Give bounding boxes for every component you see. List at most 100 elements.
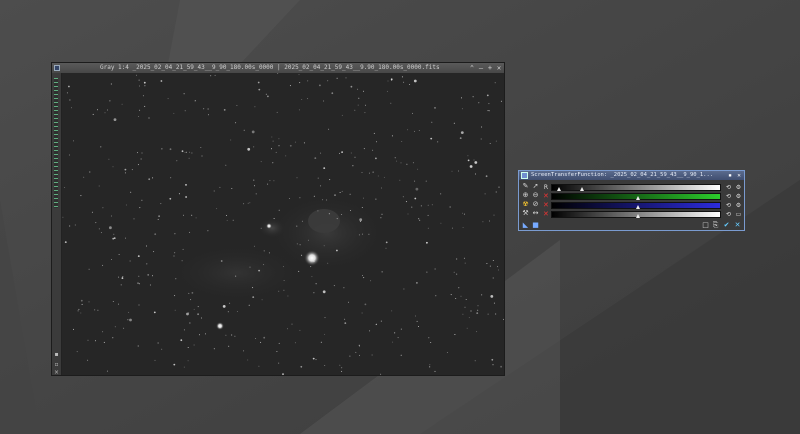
- star: [228, 345, 230, 347]
- star: [380, 320, 382, 322]
- image-window[interactable]: Gray 1:4 _2025_02_04_21_59_43__9_90_180.…: [51, 62, 505, 376]
- star: [114, 237, 116, 239]
- star: [477, 305, 479, 307]
- zoom-icon[interactable]: ▫: [53, 361, 60, 368]
- star: [354, 109, 356, 111]
- close-button[interactable]: ✕: [496, 63, 502, 73]
- star: [71, 107, 72, 109]
- star: [341, 370, 343, 372]
- wrench-icon[interactable]: ⚒: [522, 210, 529, 217]
- star: [80, 299, 83, 302]
- star: [486, 263, 488, 264]
- star: [435, 295, 437, 297]
- star: [401, 76, 403, 78]
- star: [216, 208, 218, 210]
- reset-icon[interactable]: ⟲: [725, 193, 732, 200]
- stf-slider-rgbk[interactable]: R: [544, 184, 721, 191]
- star: [385, 241, 388, 244]
- pin-button[interactable]: ▪: [727, 171, 733, 180]
- stf-titlebar[interactable]: ScreenTransferFunction: _2025_02_04_21_5…: [519, 171, 744, 180]
- midtones-handle[interactable]: [636, 196, 640, 200]
- star: [387, 80, 389, 82]
- image-window-side-panel[interactable]: ▪ ▫ ×: [52, 73, 62, 376]
- star: [461, 108, 463, 110]
- reset-icon[interactable]: ⟲: [725, 211, 732, 218]
- star: [148, 117, 150, 119]
- close-icon[interactable]: ✕: [734, 222, 741, 229]
- star: [184, 151, 186, 153]
- star: [492, 277, 494, 279]
- star: [458, 287, 460, 289]
- maximize-button[interactable]: +: [487, 63, 493, 73]
- link-icon[interactable]: ↔: [532, 210, 539, 217]
- star: [341, 367, 343, 369]
- zoom-in-icon[interactable]: ⊕: [522, 192, 529, 199]
- shadows-handle[interactable]: [557, 187, 561, 191]
- stf-slider-green[interactable]: ✕: [543, 201, 721, 209]
- check-icon[interactable]: ✔: [723, 222, 730, 229]
- star: [359, 218, 363, 222]
- star: [341, 114, 343, 116]
- star: [491, 358, 494, 361]
- cursor-icon[interactable]: ➚: [532, 183, 539, 190]
- star: [468, 317, 470, 319]
- pen-icon[interactable]: ✎: [522, 183, 529, 190]
- star: [355, 351, 357, 353]
- fit-icon[interactable]: ▪: [53, 351, 60, 358]
- disable-icon[interactable]: ✕: [543, 201, 549, 210]
- star: [431, 121, 433, 123]
- star: [161, 148, 163, 150]
- gear-icon[interactable]: ⚙: [735, 193, 742, 200]
- gear-icon[interactable]: ⚙: [735, 202, 742, 209]
- star: [372, 149, 374, 151]
- minimize-button[interactable]: –: [478, 63, 484, 73]
- image-canvas[interactable]: [62, 73, 504, 375]
- star: [148, 178, 151, 181]
- midtones-handle[interactable]: [636, 205, 640, 209]
- disable-icon[interactable]: ✕: [543, 192, 549, 201]
- star: [450, 294, 452, 296]
- star: [258, 269, 260, 272]
- star: [276, 351, 278, 352]
- radiation-icon[interactable]: ☢: [522, 201, 529, 208]
- gear-icon[interactable]: ⚙: [735, 184, 742, 191]
- track-icon[interactable]: □: [702, 222, 709, 229]
- star: [412, 162, 414, 164]
- auto-stretch-icon[interactable]: ⊘: [532, 201, 539, 208]
- star: [232, 219, 234, 221]
- reset-icon[interactable]: ⟲: [725, 184, 732, 191]
- star: [236, 311, 238, 312]
- star: [144, 105, 146, 107]
- star: [146, 245, 147, 247]
- star: [456, 258, 458, 260]
- star: [234, 335, 236, 337]
- document-icon[interactable]: ⎘: [712, 222, 719, 229]
- close-view-icon[interactable]: ×: [53, 369, 60, 376]
- star: [489, 143, 491, 144]
- star: [352, 165, 354, 167]
- star: [252, 287, 254, 289]
- midtones-handle[interactable]: [636, 214, 640, 218]
- zoom-out-icon[interactable]: ⊖: [532, 192, 539, 199]
- star: [348, 301, 349, 303]
- image-window-titlebar[interactable]: Gray 1:4 _2025_02_04_21_59_43__9_90_180.…: [52, 63, 504, 73]
- reset-icon[interactable]: ⟲: [725, 202, 732, 209]
- new-instance-icon[interactable]: ◣: [522, 222, 529, 229]
- shade-button[interactable]: ⌃: [469, 63, 475, 73]
- star: [167, 98, 169, 100]
- midtones-handle[interactable]: [580, 187, 584, 191]
- stf-slider-red[interactable]: ✕: [543, 192, 721, 200]
- disable-icon[interactable]: ✕: [543, 210, 549, 219]
- stf-slider-blue[interactable]: ✕: [543, 210, 721, 218]
- star: [359, 345, 360, 347]
- stf-close-button[interactable]: ✕: [736, 171, 742, 180]
- star: [488, 110, 490, 112]
- global-icon[interactable]: ■: [532, 222, 539, 229]
- star: [227, 311, 229, 313]
- star: [98, 228, 100, 230]
- star: [307, 80, 309, 82]
- star: [121, 103, 123, 105]
- star: [137, 164, 139, 166]
- monitor-icon[interactable]: ▭: [735, 211, 742, 218]
- screen-transfer-function-window[interactable]: ScreenTransferFunction: _2025_02_04_21_5…: [518, 170, 745, 231]
